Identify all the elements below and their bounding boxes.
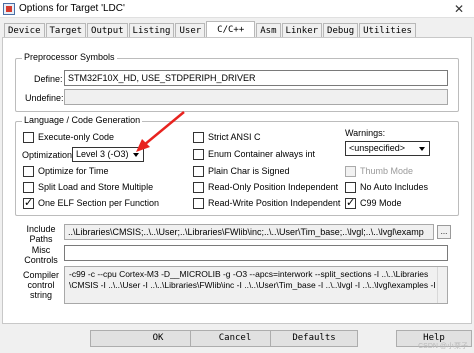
c99-mode-label: C99 Mode: [360, 198, 402, 208]
optimization-label: Optimization:: [22, 150, 75, 160]
enum-int-label: Enum Container always int: [208, 149, 316, 159]
tab-utilities[interactable]: Utilities: [359, 23, 416, 38]
tab-strip: Device Target Output Listing User C/C++ …: [4, 21, 416, 38]
warnings-select[interactable]: <unspecified>: [345, 141, 430, 156]
include-paths-label: Include Paths: [22, 224, 60, 244]
language-group-title: Language / Code Generation: [22, 115, 143, 125]
execute-only-label: Execute-only Code: [38, 132, 115, 142]
no-auto-includes-label: No Auto Includes: [360, 182, 429, 192]
warnings-label: Warnings:: [345, 128, 386, 138]
compiler-string-label-line2: control: [27, 280, 55, 290]
misc-controls-label-line2: Controls: [24, 255, 58, 265]
cancel-button[interactable]: Cancel: [190, 330, 280, 347]
tab-debug[interactable]: Debug: [323, 23, 359, 38]
compiler-string-field[interactable]: -c99 -c --cpu Cortex-M3 -D__MICROLIB -g …: [64, 266, 448, 304]
compiler-string-label: Compiler control string: [20, 270, 62, 300]
one-elf-checkbox[interactable]: [23, 196, 34, 209]
ro-pi-label: Read-Only Position Independent: [208, 182, 339, 192]
plain-char-checkbox[interactable]: [193, 166, 204, 177]
tab-output[interactable]: Output: [87, 23, 128, 38]
preprocessor-group-title: Preprocessor Symbols: [22, 52, 117, 62]
split-load-label: Split Load and Store Multiple: [38, 182, 154, 192]
tab-device[interactable]: Device: [4, 23, 45, 38]
compiler-string-line2: \CMSIS -I ..\..\User -I ..\..\Libraries\…: [69, 280, 448, 290]
misc-controls-field[interactable]: [64, 245, 448, 261]
include-paths-browse-button[interactable]: ...: [437, 225, 451, 239]
tab-listing[interactable]: Listing: [128, 23, 175, 38]
compiler-string-label-line1: Compiler: [22, 270, 59, 280]
title-bar: Options for Target 'LDC' ✕: [0, 0, 474, 18]
tab-linker[interactable]: Linker: [281, 23, 323, 38]
ro-pi-checkbox[interactable]: [193, 182, 204, 193]
chevron-down-icon: [417, 143, 428, 154]
tab-c-cpp[interactable]: C/C++: [206, 21, 256, 38]
rw-pi-checkbox[interactable]: [193, 198, 204, 209]
misc-controls-label-line1: Misc: [31, 245, 51, 255]
strict-ansi-label: Strict ANSI C: [208, 132, 261, 142]
one-elf-label: One ELF Section per Function: [38, 198, 160, 208]
compiler-string-scrollbar[interactable]: [437, 267, 447, 303]
include-paths-label-line1: Include: [26, 224, 56, 234]
misc-controls-label: Misc Controls: [22, 245, 60, 265]
undefine-label: Undefine:: [25, 93, 64, 103]
strict-ansi-checkbox[interactable]: [193, 132, 204, 143]
app-icon: [3, 3, 15, 15]
undefine-field[interactable]: [64, 89, 448, 105]
include-paths-label-line2: Paths: [29, 234, 53, 244]
optimize-time-checkbox[interactable]: [23, 166, 34, 177]
tab-target[interactable]: Target: [45, 23, 87, 38]
defaults-button[interactable]: Defaults: [270, 330, 358, 347]
include-paths-field[interactable]: ..\Libraries\CMSIS;..\..\User;..\Librari…: [64, 224, 434, 240]
define-field[interactable]: STM32F10X_HD, USE_STDPERIPH_DRIVER: [64, 70, 448, 86]
enum-int-checkbox[interactable]: [193, 149, 204, 160]
compiler-string-label-line3: string: [29, 290, 52, 300]
optimize-time-label: Optimize for Time: [38, 166, 109, 176]
split-load-checkbox[interactable]: [23, 182, 34, 193]
warnings-value: <unspecified>: [349, 143, 406, 153]
optimization-value: Level 3 (-O3): [76, 149, 129, 159]
tab-user[interactable]: User: [175, 23, 206, 38]
annotation-arrow-icon: [136, 111, 185, 152]
close-icon[interactable]: ✕: [444, 0, 474, 18]
no-auto-includes-checkbox[interactable]: [345, 182, 356, 193]
define-label: Define:: [34, 74, 63, 84]
rw-pi-label: Read-Write Position Independent: [208, 198, 341, 208]
tab-asm[interactable]: Asm: [256, 23, 281, 38]
thumb-mode-checkbox[interactable]: [345, 166, 356, 177]
thumb-mode-label: Thumb Mode: [360, 166, 414, 176]
watermark: CSDN @小栗子: [418, 343, 468, 350]
execute-only-checkbox[interactable]: [23, 132, 34, 143]
c99-mode-checkbox[interactable]: [345, 196, 356, 209]
plain-char-label: Plain Char is Signed: [208, 166, 290, 176]
compiler-string-line1: -c99 -c --cpu Cortex-M3 -D__MICROLIB -g …: [69, 269, 429, 279]
window-title: Options for Target 'LDC': [19, 3, 125, 14]
